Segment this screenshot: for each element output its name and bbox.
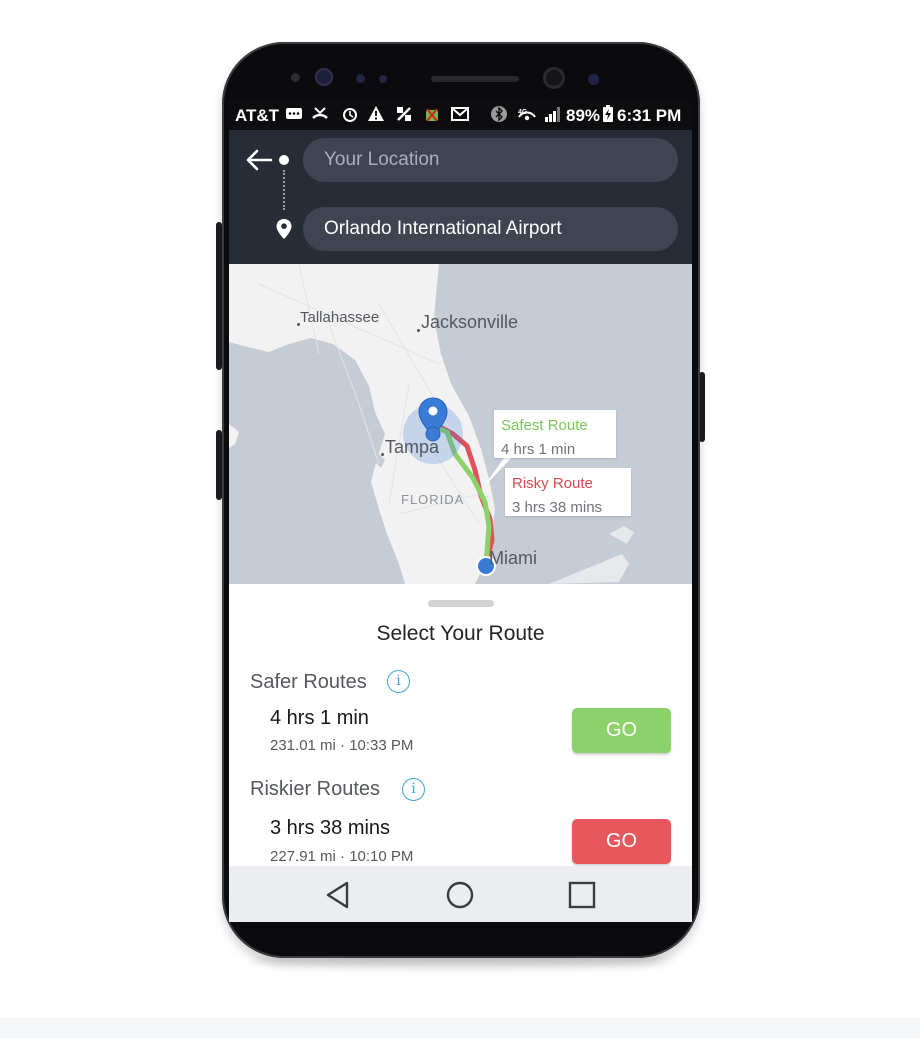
safest-callout-title: Safest Route — [501, 417, 588, 434]
origin-dot-icon — [279, 155, 289, 165]
city-label-tallahassee: Tallahassee — [300, 309, 380, 326]
alarm-icon — [343, 108, 357, 122]
gmail-icon — [451, 107, 469, 121]
sensor-dot — [379, 75, 387, 83]
safer-routes-heading: Safer Routes — [250, 671, 367, 693]
riskier-info-icon[interactable]: i — [402, 778, 425, 801]
back-arrow-icon[interactable] — [245, 148, 273, 172]
risky-callout-title: Risky Route — [512, 475, 593, 492]
phone-screen: AT&T 4G 89% 6:31 PM Your Location Orland… — [229, 100, 692, 922]
home-circle-icon[interactable] — [445, 880, 475, 910]
go-riskier-button[interactable]: GO — [572, 819, 671, 864]
origin-input[interactable]: Your Location — [303, 138, 678, 182]
route-connector-line — [283, 170, 285, 210]
battery-percent: 89% — [566, 106, 601, 125]
safest-callout-time: 4 hrs 1 min — [501, 441, 576, 458]
carrier-label: AT&T — [235, 106, 280, 125]
riskier-routes-heading: Riskier Routes — [250, 778, 381, 800]
sheet-title: Select Your Route — [376, 622, 545, 645]
route-map[interactable]: Tallahassee Jacksonville Tampa FLORIDA M… — [229, 264, 692, 584]
warning-icon — [368, 106, 384, 121]
risky-callout-time: 3 hrs 38 mins — [512, 499, 603, 516]
earpiece-speaker — [431, 76, 519, 82]
riskier-route-details: 227.91 mi · 10:10 PM — [270, 848, 414, 865]
safer-route-duration: 4 hrs 1 min — [270, 707, 369, 729]
satellite-icon — [397, 107, 411, 121]
safest-route-callout[interactable]: Safest Route 4 hrs 1 min — [494, 410, 616, 458]
sensor-dot — [291, 73, 300, 82]
clock: 6:31 PM — [617, 106, 682, 125]
sensor-dot — [588, 74, 599, 85]
safer-route-details: 231.01 mi · 10:33 PM — [270, 737, 414, 754]
sheet-drag-handle[interactable] — [428, 600, 494, 607]
riskier-route-duration: 3 hrs 38 mins — [270, 817, 391, 839]
message-icon — [286, 108, 302, 119]
navigation-bar — [229, 866, 692, 922]
page-bottom-band — [0, 1018, 920, 1038]
city-label-tampa: Tampa — [385, 437, 440, 457]
lte-signal-icon: 4G — [518, 109, 536, 121]
svg-text:4G: 4G — [518, 109, 528, 116]
city-label-miami: Miami — [489, 548, 537, 568]
cell-signal-icon — [545, 107, 560, 122]
battery-charging-icon — [603, 105, 613, 122]
sensor-dot — [356, 74, 365, 83]
destination-input[interactable]: Orlando International Airport — [303, 207, 678, 251]
status-bar: AT&T 4G 89% 6:31 PM — [229, 100, 692, 130]
iris-scanner — [315, 68, 333, 86]
android-debug-icon — [426, 108, 438, 122]
risky-route-callout[interactable]: Risky Route 3 hrs 38 mins — [505, 468, 631, 516]
region-label: FLORIDA — [401, 492, 465, 507]
front-camera — [543, 67, 565, 89]
route-selection-sheet: Select Your Route Safer Routes i 4 hrs 1… — [229, 584, 692, 866]
go-safer-button[interactable]: GO — [572, 708, 671, 753]
city-dot-tampa — [381, 453, 384, 456]
bluetooth-icon — [491, 106, 507, 122]
missed-call-icon — [312, 107, 328, 119]
destination-pin-icon — [276, 219, 292, 239]
route-input-header: Your Location Orlando International Airp… — [229, 130, 692, 264]
city-dot-jacksonville — [417, 329, 420, 332]
back-triangle-icon[interactable] — [323, 880, 353, 910]
recents-square-icon[interactable] — [567, 880, 597, 910]
safer-info-icon[interactable]: i — [387, 670, 410, 693]
city-label-jacksonville: Jacksonville — [421, 312, 519, 332]
